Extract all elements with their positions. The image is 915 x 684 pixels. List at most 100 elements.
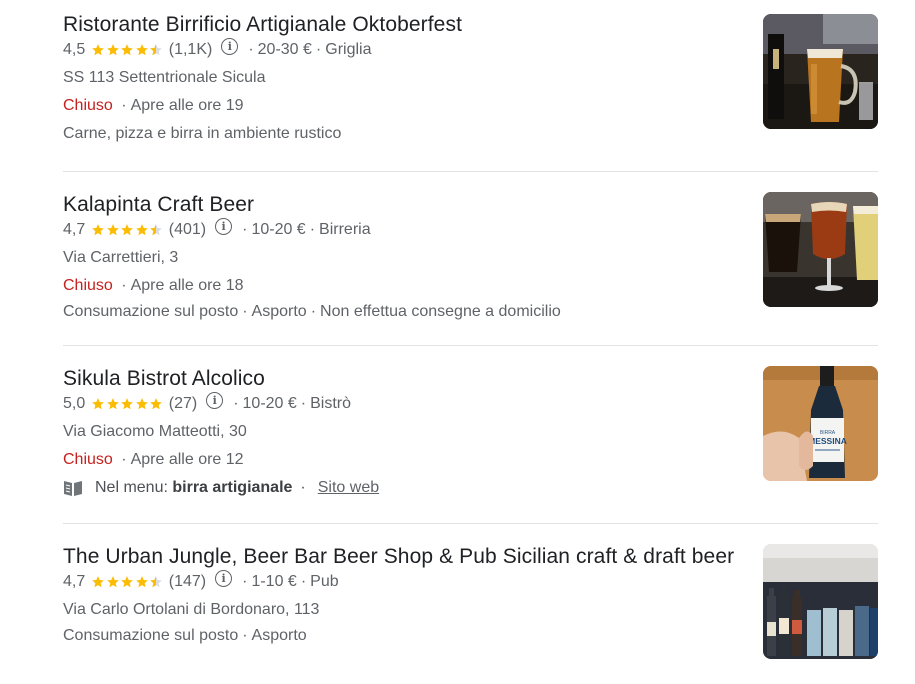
- separator: ·: [309, 221, 316, 238]
- address: Via Carlo Ortolani di Bordonaro, 113: [63, 601, 320, 618]
- separator: ·: [248, 41, 254, 58]
- info-circle-icon[interactable]: i: [221, 37, 239, 55]
- price-range: 20-30 €: [257, 41, 312, 58]
- star-icon: [120, 397, 134, 411]
- rating-row: 4,5 (1,1K) i · 20-30 € · Griglia: [63, 37, 878, 60]
- rating-value: 4,5: [63, 41, 86, 58]
- beer-bottle-photo: BIRRA MESSINA: [763, 366, 878, 481]
- star-icon: [120, 43, 134, 57]
- rating-value: 4,7: [63, 573, 86, 590]
- star-icon: [120, 575, 134, 589]
- rating-row: 4,7 (147) i · 1-10 € · Pub: [63, 569, 878, 592]
- star-icon: [106, 575, 120, 589]
- result-title[interactable]: Sikula Bistrot Alcolico: [63, 366, 878, 392]
- separator: ·: [121, 277, 127, 294]
- separator: ·: [121, 451, 127, 468]
- review-count[interactable]: (147): [169, 572, 206, 592]
- price-range: 10-20 €: [242, 395, 297, 412]
- menu-item: birra artigianale: [172, 479, 293, 496]
- star-icon: [135, 397, 149, 411]
- star-icon: [149, 43, 163, 57]
- star-rating: [91, 43, 164, 57]
- separator: ·: [315, 41, 322, 58]
- service-item: Asporto: [251, 303, 307, 320]
- rating-value: 4,7: [63, 221, 86, 238]
- address: Via Giacomo Matteotti, 30: [63, 423, 247, 440]
- website-link[interactable]: Sito web: [318, 478, 379, 498]
- result-card[interactable]: Kalapinta Craft Beer 4,7 (401) i · 10-20…: [63, 172, 878, 346]
- separator: ·: [242, 627, 248, 644]
- separator: ·: [121, 97, 127, 114]
- result-card[interactable]: Ristorante Birrificio Artigianale Oktobe…: [63, 0, 878, 172]
- rating-row: 4,7 (401) i · 10-20 € · Birreria: [63, 217, 878, 240]
- star-icon: [91, 43, 105, 57]
- craft-beer-glasses-photo: [763, 192, 878, 307]
- separator: ·: [233, 395, 239, 412]
- review-count[interactable]: (401): [169, 220, 206, 240]
- star-rating: [91, 575, 164, 589]
- star-icon: [91, 223, 105, 237]
- result-photo[interactable]: [763, 14, 878, 129]
- status-closed: Chiuso: [63, 451, 113, 468]
- services-row: Consumazione sul posto · Asporto: [63, 626, 878, 646]
- star-icon: [135, 43, 149, 57]
- separator: ·: [300, 479, 306, 496]
- star-icon: [149, 397, 163, 411]
- status-closed: Chiuso: [63, 97, 113, 114]
- star-icon: [135, 575, 149, 589]
- result-title[interactable]: Kalapinta Craft Beer: [63, 192, 878, 218]
- rating-row: 5,0 (27) i · 10-20 € · Bistrò: [63, 391, 878, 414]
- price-range: 1-10 €: [251, 573, 297, 590]
- menu-row: Nel menu: birra artigianale · Sito web: [63, 478, 878, 498]
- separator: ·: [310, 303, 317, 320]
- separator: ·: [242, 221, 248, 238]
- service-item: Non effettua consegne a domicilio: [320, 303, 561, 320]
- results-list: Ristorante Birrificio Artigianale Oktobe…: [63, 0, 878, 684]
- address: Via Carrettieri, 3: [63, 249, 179, 266]
- opening-hours: Apre alle ore 18: [130, 277, 244, 294]
- category: Birreria: [319, 221, 371, 238]
- review-count[interactable]: (27): [169, 394, 197, 414]
- star-icon: [106, 43, 120, 57]
- separator: ·: [300, 395, 307, 412]
- result-photo[interactable]: [763, 192, 878, 307]
- separator: ·: [242, 303, 248, 320]
- review-count[interactable]: (1,1K): [169, 40, 213, 60]
- description: Carne, pizza e birra in ambiente rustico: [63, 125, 342, 142]
- category: Pub: [310, 573, 339, 590]
- result-card[interactable]: Sikula Bistrot Alcolico 5,0 (27) i · 10-…: [63, 346, 878, 524]
- result-title[interactable]: Ristorante Birrificio Artigianale Oktobe…: [63, 12, 878, 38]
- star-rating: [91, 397, 164, 411]
- address: SS 113 Settentrionale Sicula: [63, 69, 266, 86]
- status-closed: Chiuso: [63, 277, 113, 294]
- menu-book-icon: [64, 481, 82, 496]
- service-item: Asporto: [251, 627, 307, 644]
- service-item: Consumazione sul posto: [63, 303, 239, 320]
- hours-row: Chiuso · Apre alle ore 18: [63, 276, 878, 296]
- category: Bistrò: [310, 395, 352, 412]
- info-circle-icon[interactable]: i: [206, 391, 224, 409]
- info-circle-icon[interactable]: i: [215, 217, 233, 235]
- result-photo[interactable]: BIRRA MESSINA: [763, 366, 878, 481]
- result-title[interactable]: The Urban Jungle, Beer Bar Beer Shop & P…: [63, 544, 878, 570]
- opening-hours: Apre alle ore 12: [130, 451, 244, 468]
- star-icon: [120, 223, 134, 237]
- info-circle-icon[interactable]: i: [215, 569, 233, 587]
- result-photo[interactable]: [763, 544, 878, 659]
- bottle-label-brand: MESSINA: [808, 436, 847, 446]
- rating-value: 5,0: [63, 395, 86, 412]
- menu-prefix: Nel menu:: [95, 479, 168, 496]
- beer-shelf-photo: [763, 544, 878, 659]
- star-icon: [91, 397, 105, 411]
- services-row: Consumazione sul posto · Asporto · Non effet…: [63, 302, 878, 322]
- price-range: 10-20 €: [251, 221, 306, 238]
- result-card[interactable]: The Urban Jungle, Beer Bar Beer Shop & P…: [63, 524, 878, 684]
- star-icon: [149, 223, 163, 237]
- star-icon: [106, 223, 120, 237]
- service-item: Consumazione sul posto: [63, 627, 239, 644]
- beer-glass-photo: [763, 14, 878, 129]
- opening-hours: Apre alle ore 19: [130, 97, 244, 114]
- category: Griglia: [325, 41, 372, 58]
- star-icon: [149, 575, 163, 589]
- star-rating: [91, 223, 164, 237]
